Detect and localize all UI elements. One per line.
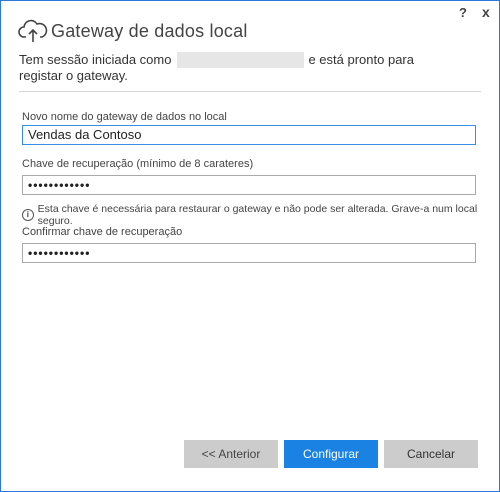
configure-button[interactable]: Configurar [284, 440, 378, 468]
gateway-dialog: ? x Gateway de dados local Tem sessão in… [0, 0, 500, 492]
info-text: Esta chave é necessária para restaurar o… [37, 203, 478, 227]
close-button[interactable]: x [482, 4, 490, 20]
masked-account [177, 52, 305, 68]
confirm-key-input[interactable]: •••••••••••• [22, 243, 476, 263]
dialog-title: Gateway de dados local [51, 20, 248, 41]
help-button[interactable]: ? [459, 5, 467, 20]
title-row: Gateway de dados local [18, 18, 248, 44]
recovery-key-info: i Esta chave é necessária para restaurar… [22, 203, 499, 227]
signin-line2: registar o gateway. [19, 68, 128, 83]
signin-suffix: e está pronto para [308, 52, 414, 67]
cancel-button[interactable]: Cancelar [384, 440, 478, 468]
signin-message: Tem sessão iniciada como e está pronto p… [19, 52, 419, 84]
confirm-key-label: Confirmar chave de recuperação [22, 226, 183, 238]
divider [19, 91, 481, 92]
signin-prefix: Tem sessão iniciada como [19, 52, 172, 67]
gateway-name-input[interactable]: Vendas da Contoso [22, 125, 476, 145]
gateway-name-label: Novo nome do gateway de dados no local [22, 111, 227, 123]
cloud-upload-icon [18, 19, 48, 42]
recovery-key-label: Chave de recuperação (mínimo de 8 carate… [22, 158, 254, 170]
recovery-key-input[interactable]: •••••••••••• [22, 175, 476, 195]
info-icon: i [22, 209, 34, 221]
previous-button[interactable]: << Anterior [184, 440, 278, 468]
